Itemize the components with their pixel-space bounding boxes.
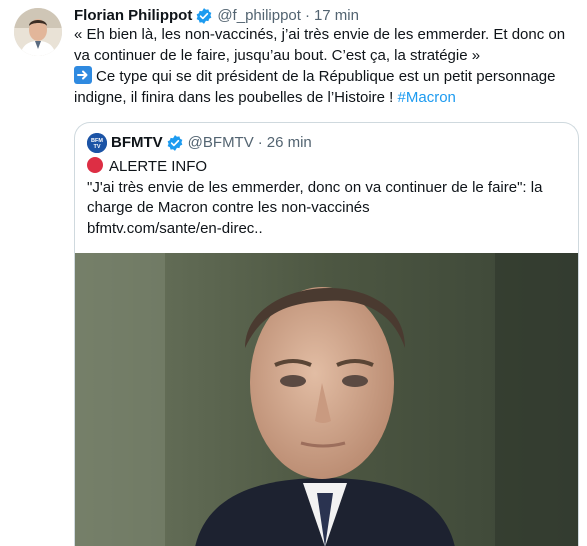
- author-name[interactable]: Florian Philippot: [74, 6, 192, 26]
- alert-line: ALERTE INFO: [87, 157, 567, 178]
- tweet-quote-line: « Eh bien là, les non-vaccinés, j’ai trè…: [74, 26, 566, 64]
- quoted-avatar[interactable]: BFM TV: [87, 133, 107, 153]
- quoted-time[interactable]: 26 min: [267, 133, 312, 153]
- tweet-time[interactable]: 17 min: [314, 6, 359, 26]
- svg-text:TV: TV: [93, 144, 100, 150]
- quoted-author-handle[interactable]: @BFMTV: [188, 133, 254, 153]
- tweet-text: « Eh bien là, les non-vaccinés, j’ai trè…: [74, 25, 579, 108]
- author-handle[interactable]: @f_philippot: [217, 6, 301, 26]
- quoted-body: "J'ai très envie de les emmerder, donc o…: [87, 178, 543, 217]
- quoted-photo[interactable]: [75, 253, 578, 546]
- red-circle-emoji-icon: [87, 157, 103, 173]
- quoted-tweet[interactable]: BFM TV BFMTV @BFMTV · 26 min ALERTE INFO…: [74, 122, 579, 546]
- verified-badge-icon: [166, 134, 184, 152]
- separator-dot: ·: [257, 134, 263, 151]
- quoted-link[interactable]: bfmtv.com/sante/en-direc..: [87, 219, 567, 240]
- alert-label: ALERTE INFO: [109, 158, 208, 175]
- right-arrow-emoji-icon: [74, 66, 92, 84]
- verified-badge-icon: [195, 7, 213, 25]
- quoted-text: ALERTE INFO "J'ai très envie de les emme…: [87, 157, 567, 239]
- tweet-comment-text: Ce type qui se dit président de la Répub…: [74, 68, 556, 106]
- tweet[interactable]: Florian Philippot @f_philippot · 17 min …: [0, 0, 587, 546]
- separator-dot: ·: [304, 7, 310, 24]
- hashtag-link[interactable]: #Macron: [398, 89, 456, 106]
- tweet-header: Florian Philippot @f_philippot · 17 min: [74, 6, 577, 26]
- tweet-comment-line: Ce type qui se dit président de la Répub…: [74, 66, 579, 108]
- quoted-header: BFM TV BFMTV @BFMTV · 26 min: [87, 133, 568, 153]
- author-avatar[interactable]: [14, 8, 62, 56]
- quoted-author-name[interactable]: BFMTV: [111, 133, 163, 153]
